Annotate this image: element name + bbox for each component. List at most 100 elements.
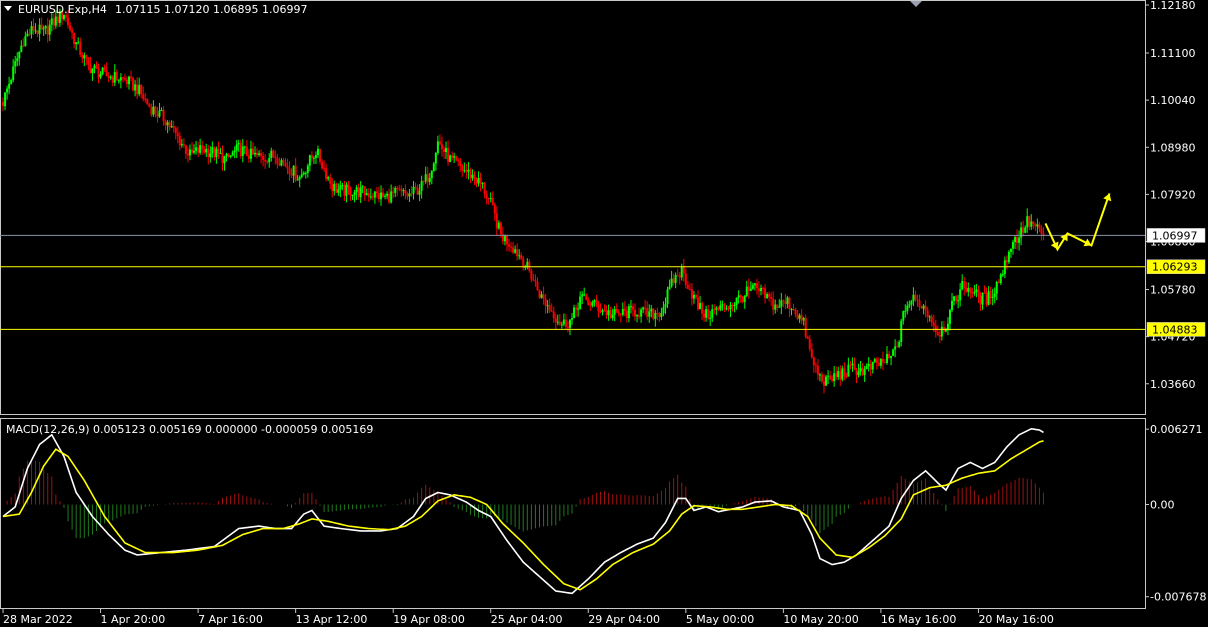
candle-body	[526, 261, 529, 267]
candle-body	[323, 168, 326, 170]
candle-body	[459, 161, 462, 166]
candle-body	[247, 155, 250, 159]
candle-body	[16, 58, 19, 62]
candle-body	[656, 313, 659, 315]
candle-body	[721, 304, 724, 306]
candle-body	[229, 155, 232, 157]
candle-body	[629, 306, 632, 308]
candle-body	[75, 42, 78, 45]
candle-body	[546, 305, 549, 307]
candle-body	[178, 135, 181, 146]
candle-body	[101, 67, 104, 74]
candle-body	[530, 270, 533, 280]
candle-body	[284, 162, 287, 167]
candle-body	[971, 292, 974, 294]
candle-body	[479, 177, 482, 184]
candle-body	[471, 174, 474, 179]
candle-body	[302, 172, 305, 175]
candle-body	[503, 235, 506, 242]
candle-body	[270, 150, 273, 158]
candle-body	[8, 83, 11, 89]
candle-body	[172, 126, 175, 129]
candle-body	[544, 298, 547, 306]
candle-body	[136, 84, 139, 95]
candle-body	[747, 286, 750, 291]
candle-body	[516, 249, 519, 256]
candle-body	[363, 186, 366, 195]
macd-tick-label: 0.00	[1150, 498, 1175, 511]
candle-body	[430, 171, 433, 179]
candle-body	[957, 300, 960, 302]
candle-body	[10, 80, 13, 84]
candle-body	[554, 318, 557, 322]
candle-body	[993, 293, 996, 297]
candle-body	[357, 187, 360, 197]
candle-body	[900, 320, 903, 342]
candle-body	[875, 359, 878, 363]
candle-body	[461, 165, 464, 171]
candle-body	[995, 281, 998, 294]
candle-body	[719, 305, 722, 310]
candle-body	[568, 319, 571, 328]
candle-body	[1026, 216, 1029, 228]
candle-body	[306, 165, 309, 173]
candle-body	[902, 311, 905, 321]
candle-body	[926, 310, 929, 317]
candle-body	[367, 193, 370, 197]
candle-body	[1007, 251, 1010, 263]
candle-body	[861, 367, 864, 375]
candle-body	[981, 292, 984, 305]
candle-body	[125, 79, 128, 85]
candle-body	[388, 193, 391, 203]
candle-body	[262, 155, 265, 161]
candle-body	[879, 358, 882, 366]
candle-body	[806, 336, 809, 339]
candle-body	[536, 281, 539, 290]
candle-body	[727, 308, 730, 310]
candle-body	[170, 126, 173, 128]
candle-body	[597, 305, 600, 312]
candle-body	[152, 106, 155, 115]
candle-body	[442, 148, 445, 153]
trading-chart[interactable]: EURUSD.Exp,H4 1.07115 1.07120 1.06895 1.…	[0, 0, 1208, 627]
candle-body	[701, 303, 704, 314]
candle-body	[168, 122, 171, 128]
candle-body	[56, 16, 59, 23]
candle-body	[707, 308, 710, 319]
candle-body	[540, 294, 543, 298]
candle-body	[132, 78, 135, 91]
candle-body	[979, 295, 982, 305]
candle-body	[558, 321, 561, 325]
candle-body	[123, 77, 126, 80]
candle-body	[757, 288, 760, 292]
candle-body	[310, 155, 313, 158]
candle-body	[682, 266, 685, 274]
candle-body	[445, 147, 448, 153]
candle-body	[1005, 260, 1008, 263]
candle-body	[384, 195, 387, 197]
candle-body	[983, 292, 986, 294]
candle-body	[12, 66, 15, 81]
candle-body	[1028, 216, 1031, 227]
candle-body	[180, 143, 183, 146]
candle-body	[589, 304, 592, 306]
candle-body	[733, 305, 736, 307]
candle-body	[105, 69, 108, 76]
candle-body	[794, 309, 797, 315]
candle-body	[792, 308, 795, 310]
candle-body	[343, 185, 346, 196]
price-tick-label: 1.05780	[1150, 284, 1196, 297]
candle-body	[579, 296, 582, 309]
candle-body	[89, 64, 92, 74]
candle-body	[18, 51, 21, 59]
candle-body	[948, 310, 951, 324]
candle-body	[150, 106, 153, 115]
candle-body	[802, 317, 805, 321]
candle-body	[865, 366, 868, 369]
candle-body	[197, 147, 200, 153]
candle-body	[42, 28, 45, 30]
candle-body	[117, 80, 120, 82]
candle-body	[91, 68, 94, 74]
candle-body	[692, 294, 695, 299]
candle-body	[103, 67, 106, 70]
